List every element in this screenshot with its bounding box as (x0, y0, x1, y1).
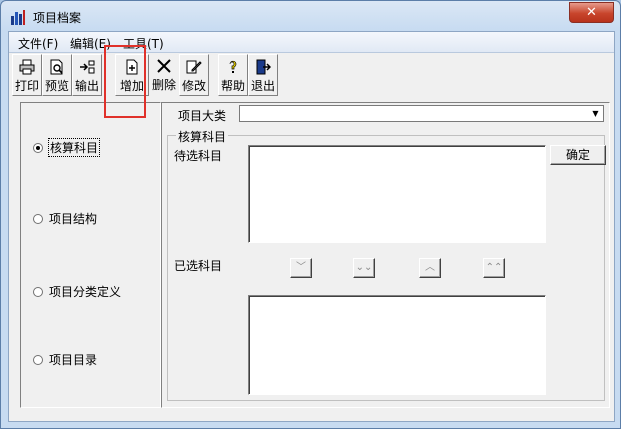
main-window: 项目档案 ✕ 文件(F) 编辑(E) 工具(T) 打印 预览 输出 增加 删除 … (0, 0, 621, 429)
toolbar: 打印 预览 输出 增加 删除 修改 帮助 退出 (11, 54, 612, 98)
client-area: 文件(F) 编辑(E) 工具(T) 打印 预览 输出 增加 删除 修改 帮助 退… (8, 31, 615, 422)
option-accounting-subjects[interactable]: 核算科目 (33, 138, 101, 157)
option-label: 核算科目 (47, 138, 101, 157)
exit-label: 退出 (250, 79, 275, 93)
radio-selected[interactable] (33, 142, 43, 153)
menu-bar: 文件(F) 编辑(E) 工具(T) (9, 32, 614, 53)
add-label: 增加 (119, 79, 144, 93)
category-label: 项目大类 (178, 109, 227, 123)
option-label: 项目目录 (49, 353, 98, 367)
dropdown-arrow-icon[interactable]: ▼ (589, 107, 602, 120)
move-down-button[interactable]: ﹀ (290, 258, 312, 278)
delete-button[interactable]: 删除 (149, 54, 179, 96)
help-button[interactable]: 帮助 (218, 54, 248, 96)
add-icon (126, 59, 138, 75)
add-button[interactable]: 增加 (115, 54, 149, 96)
option-project-catalog[interactable]: 项目目录 (33, 351, 97, 368)
group-title: 核算科目 (176, 128, 229, 145)
help-label: 帮助 (220, 79, 245, 93)
edit-button[interactable]: 修改 (179, 54, 209, 96)
subjects-groupbox: 核算科目 待选科目 确定 已选科目 ﹀ ⌄⌄ ︿ ⌃⌃ (167, 128, 606, 401)
exit-icon (256, 59, 271, 75)
close-icon: ✕ (586, 5, 597, 20)
radio[interactable] (33, 213, 43, 224)
move-all-up-button[interactable]: ⌃⌃ (483, 258, 505, 278)
help-icon (229, 60, 237, 73)
double-chevron-up-icon: ⌃⌃ (485, 262, 503, 273)
menu-edit[interactable]: 编辑(E) (70, 35, 111, 52)
chevron-down-icon: ﹀ (296, 262, 306, 273)
move-all-down-button[interactable]: ⌄⌄ (353, 258, 375, 278)
pending-subjects-list[interactable] (248, 145, 546, 243)
export-icon (80, 60, 95, 74)
selected-subjects-list[interactable] (248, 295, 546, 395)
delete-label: 删除 (151, 78, 176, 92)
option-label: 项目结构 (49, 212, 98, 226)
export-button[interactable]: 输出 (72, 54, 102, 96)
category-combobox[interactable]: ▼ (239, 105, 604, 122)
preview-button[interactable]: 预览 (42, 54, 72, 96)
print-label: 打印 (14, 79, 39, 93)
confirm-label: 确定 (565, 148, 590, 162)
left-panel: 核算科目 项目结构 项目分类定义 项目目录 (20, 102, 161, 408)
move-up-button[interactable]: ︿ (419, 258, 441, 278)
menu-file[interactable]: 文件(F) (18, 35, 58, 52)
option-label: 项目分类定义 (49, 285, 122, 299)
app-icon (11, 10, 25, 25)
preview-label: 预览 (44, 79, 69, 93)
option-project-category[interactable]: 项目分类定义 (33, 283, 121, 300)
export-label: 输出 (74, 79, 99, 93)
chevron-up-icon: ︿ (425, 262, 435, 273)
title-bar[interactable]: 项目档案 ✕ (1, 1, 620, 31)
window-title: 项目档案 (33, 11, 82, 25)
delete-icon (157, 59, 171, 73)
option-project-structure[interactable]: 项目结构 (33, 210, 97, 227)
exit-button[interactable]: 退出 (248, 54, 278, 96)
confirm-button[interactable]: 确定 (550, 145, 606, 165)
double-chevron-down-icon: ⌄⌄ (355, 262, 373, 273)
printer-icon (19, 59, 35, 75)
radio[interactable] (33, 354, 43, 365)
radio[interactable] (33, 286, 43, 297)
pending-label: 待选科目 (174, 149, 223, 163)
preview-icon (50, 59, 63, 75)
selected-label: 已选科目 (174, 259, 223, 273)
menu-tools[interactable]: 工具(T) (123, 35, 164, 52)
print-button[interactable]: 打印 (12, 54, 42, 96)
edit-label: 修改 (181, 79, 206, 93)
close-button[interactable]: ✕ (569, 2, 614, 23)
edit-icon (186, 60, 202, 74)
right-panel: 项目大类 ▼ 核算科目 待选科目 确定 已选科目 ﹀ ⌄⌄ ︿ ⌃⌃ (161, 102, 610, 408)
